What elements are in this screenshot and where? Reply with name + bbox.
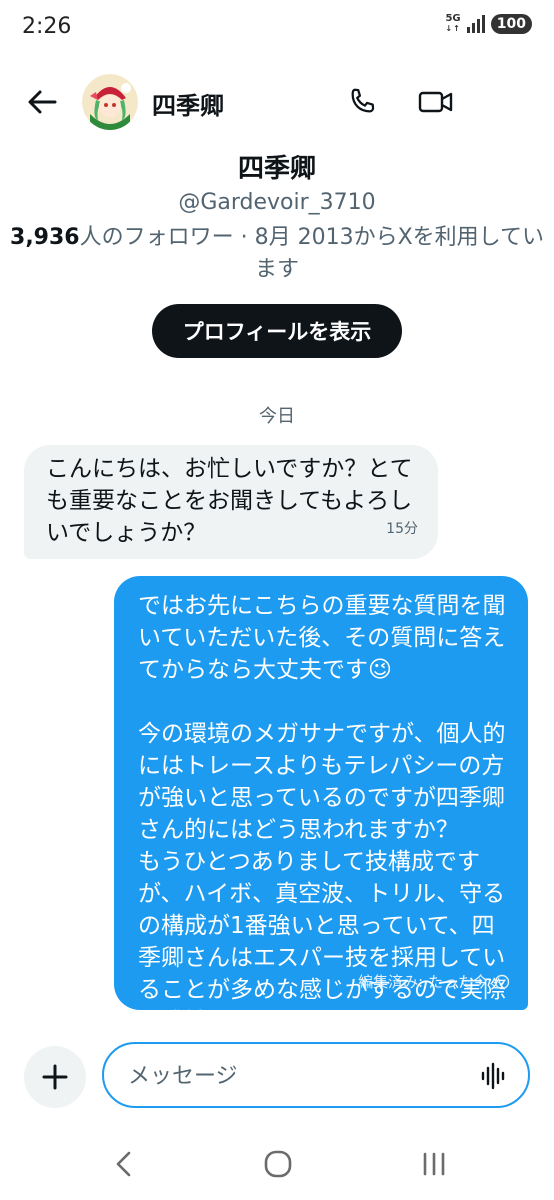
- network-indicator: 5G ↓↑: [445, 14, 460, 34]
- avatar-image: [82, 74, 138, 130]
- video-call-button[interactable]: [412, 78, 460, 126]
- message-input[interactable]: [126, 1056, 470, 1096]
- outgoing-message[interactable]: ではお先にこちらの重要な質問を聞いていただいた後、その質問に答えてからなら大丈夫…: [114, 576, 528, 1035]
- nav-back-button[interactable]: [94, 1142, 154, 1186]
- message-composer: [102, 1042, 530, 1108]
- back-arrow-icon: [28, 90, 57, 114]
- read-check-icon: [494, 974, 510, 990]
- profile-meta-text: 人のフォロワー · 8月 2013からXを利用しています: [79, 225, 544, 282]
- profile-handle: @Gardevoir_3710: [178, 190, 376, 215]
- voice-wave-icon: [481, 1062, 505, 1090]
- view-profile-button[interactable]: プロフィールを表示: [152, 304, 402, 358]
- plus-icon: [42, 1064, 68, 1090]
- status-indicators: 5G ↓↑ 100: [445, 14, 532, 34]
- voice-call-button[interactable]: [338, 78, 386, 126]
- incoming-message[interactable]: こんにちは、お忙しいですか？とても重要なことをお聞きしてもよろしいでしょうか？ …: [24, 445, 438, 559]
- signal-strength-icon: [466, 15, 485, 33]
- voice-message-button[interactable]: [480, 1062, 506, 1094]
- message-status: 編集済み: たった今: [358, 966, 510, 998]
- edited-label: 編集済み: たった今: [358, 973, 488, 991]
- avatar[interactable]: [82, 74, 138, 130]
- message-text: こんにちは、お忙しいですか？とても重要なことをお聞きしてもよろしいでしょうか？: [46, 456, 413, 546]
- status-time: 2:26: [22, 14, 72, 39]
- network-type-label: 5G: [445, 13, 461, 24]
- nav-home-button[interactable]: [248, 1142, 308, 1186]
- data-arrows-icon: ↓↑: [445, 24, 461, 33]
- date-separator: 今日: [259, 406, 295, 427]
- battery-indicator: 100: [490, 14, 532, 34]
- phone-icon: [351, 88, 375, 113]
- back-button[interactable]: [18, 78, 66, 126]
- video-camera-icon: [418, 91, 453, 113]
- profile-name: 四季卿: [237, 154, 316, 184]
- recents-icon: [423, 1152, 445, 1176]
- nav-recents-button[interactable]: [404, 1142, 464, 1186]
- conversation-title: 四季卿: [152, 92, 224, 120]
- add-media-button[interactable]: [24, 1046, 86, 1108]
- chevron-left-icon: [116, 1151, 131, 1177]
- profile-meta: 3,936人のフォロワー · 8月 2013からXを利用しています: [0, 222, 554, 286]
- follower-count: 3,936: [10, 225, 80, 250]
- message-timestamp: 15分: [386, 521, 418, 537]
- home-circle-icon: [264, 1150, 292, 1178]
